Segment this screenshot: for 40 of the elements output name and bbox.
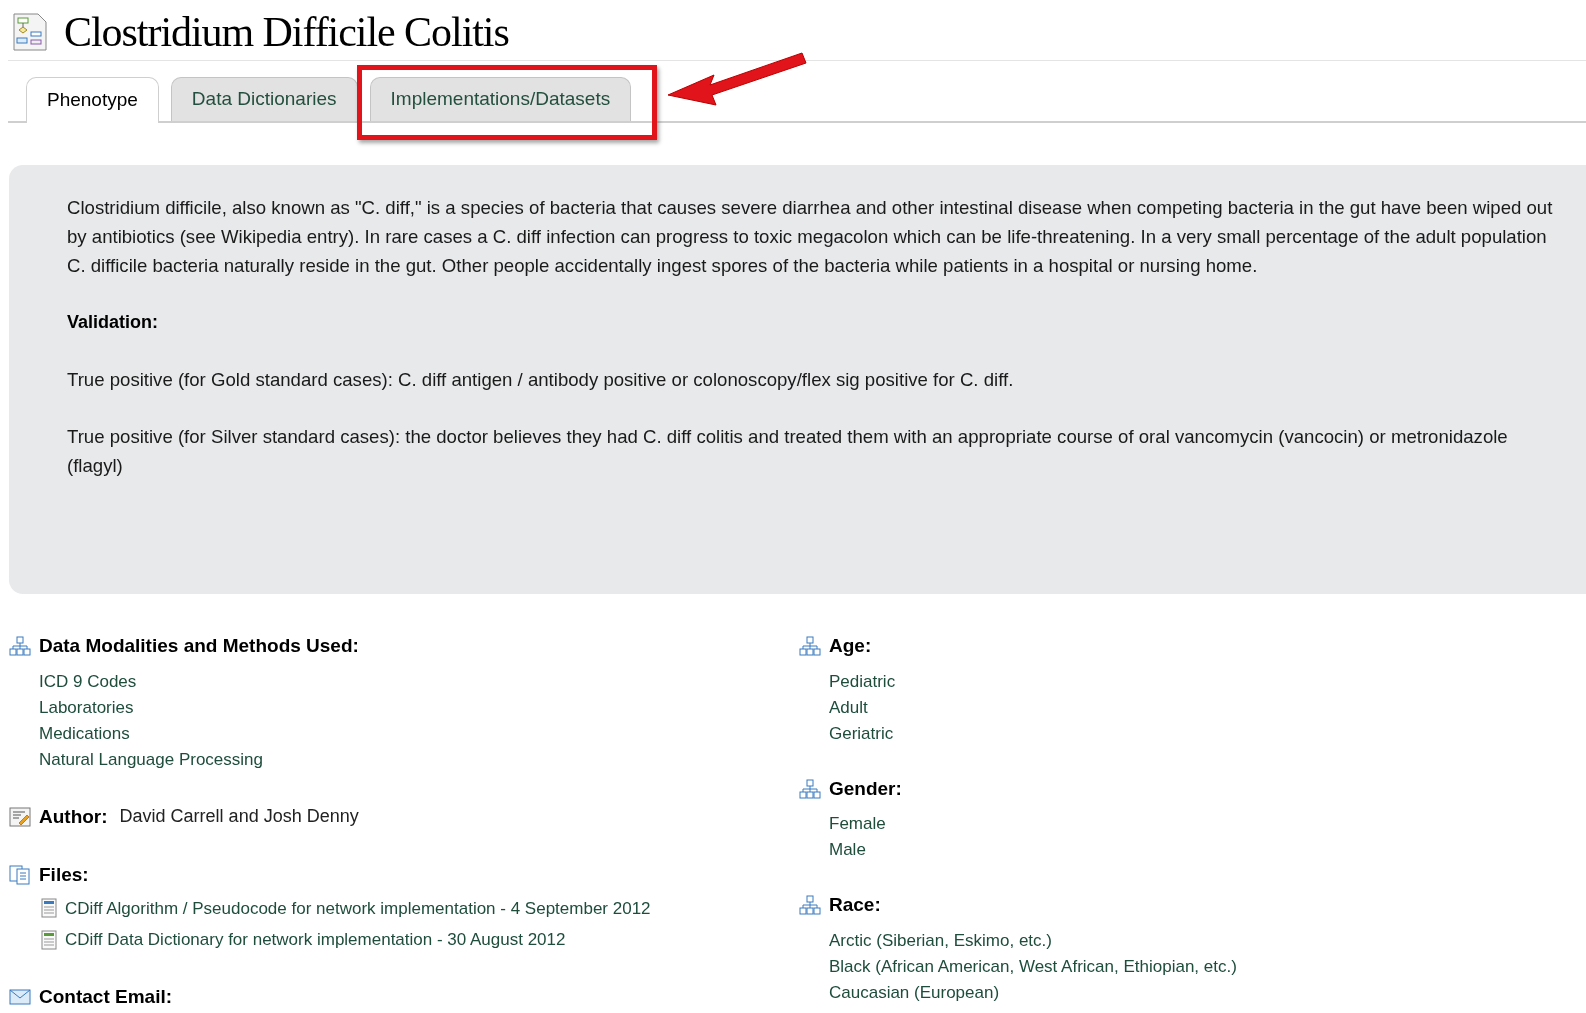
category-link[interactable]: Caucasian (European) [829, 979, 1586, 1006]
description-paragraph: True positive (for Gold standard cases): C. diff antigen / antibody positive or colonoscopy/flex sig positive for C. diff. [67, 368, 1015, 392]
file-link[interactable]: CDiff Data Dictionary for network implementation - 30 August 2012 [65, 927, 566, 953]
hierarchy-icon [799, 636, 821, 657]
tab[interactable]: Data Dictionaries [170, 77, 358, 121]
section-heading: Race: [829, 893, 881, 917]
category-link[interactable]: Adult [829, 694, 1586, 721]
section-heading: Files: [39, 863, 89, 887]
description-paragraph: True positive (for Silver standard cases): the doctor believes they had C. diff colitis and treated them with an appropriate course of oral vancomycin (vancocin) or metronidazole (flagyl) [67, 425, 1509, 478]
validation-heading: Validation: [67, 311, 159, 334]
file-link[interactable]: CDiff Algorithm / Pseudocode for network implementation - 4 September 2012 [65, 895, 651, 921]
category-link[interactable]: Male [829, 837, 1586, 863]
section-heading: Gender: [829, 776, 902, 801]
category-link[interactable]: Arctic (Siberian, Eskimo, etc.) [829, 927, 1586, 954]
category-link[interactable]: Pediatric [829, 668, 1586, 695]
document-pen-icon [9, 806, 31, 827]
category-link[interactable]: Black (African American, West African, Ethiopian, etc.) [829, 953, 1586, 980]
section-heading: Age: [829, 634, 872, 658]
category-link[interactable]: Laboratories [39, 694, 799, 721]
category-link[interactable]: Natural Language Processing [39, 746, 799, 773]
category-link[interactable]: Female [829, 811, 1586, 837]
section-heading: Author: [39, 804, 108, 829]
tab[interactable]: Phenotype [26, 77, 159, 123]
category-link[interactable]: Medications [39, 720, 799, 747]
page-title: Clostridium Difficile Colitis [64, 11, 509, 53]
author-names: David Carrell and Josh Denny [119, 805, 359, 829]
category-link[interactable]: Geriatric [829, 720, 1586, 747]
description-paragraph: Clostridium difficile, also known as "C. diff," is a species of bacteria that causes severe diarrhea and other intestinal disease when competing bacteria in the gut have been wiped out by antibiotics (see Wikipedia entry). In rare cases a C. diff infection can progress to toxic megacolon which can be life-threatening. In a very small percentage of the adult population C. difficile bacteria naturally reside in the gut. Other people accidentally ingest spores of the bacteria while patients in a hospital or nursing home. [67, 196, 1554, 278]
file-icon [41, 929, 57, 950]
tab[interactable]: Implementations/Datasets [369, 77, 632, 121]
category-link[interactable]: ICD 9 Codes [39, 668, 799, 695]
file-icon [41, 898, 57, 919]
section-heading: Contact Email: [39, 984, 173, 1009]
envelope-icon [9, 987, 31, 1006]
documents-icon [9, 865, 31, 886]
hierarchy-icon [9, 636, 31, 657]
hierarchy-icon [799, 778, 821, 799]
section-heading: Data Modalities and Methods Used: [39, 634, 359, 658]
hierarchy-icon [799, 895, 821, 916]
flowchart-document-icon [12, 12, 48, 52]
